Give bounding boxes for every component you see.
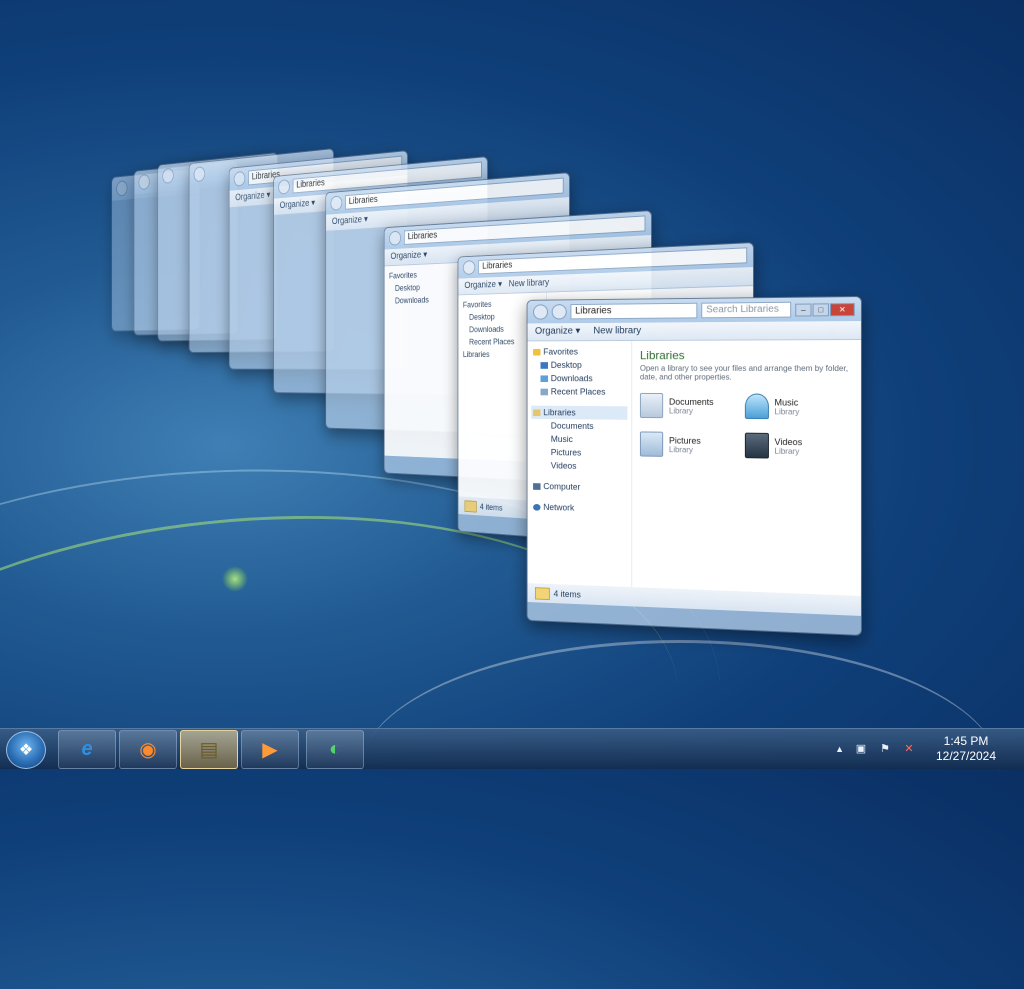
library-tile-music[interactable]: Music Library [744,393,852,420]
computer-icon [533,483,541,490]
media-player-icon: ▶ [262,739,278,761]
back-icon[interactable] [162,167,174,184]
nav-item-videos[interactable]: Videos [531,459,627,474]
clock[interactable]: 1:45 PM 12/27/2024 [926,734,1006,764]
internet-explorer-icon: e [81,738,93,760]
content-title: Libraries [639,348,685,363]
tile-name: Videos [774,436,803,447]
tile-type: Library [774,406,800,416]
tile-type: Library [668,406,693,416]
pictures-icon [541,449,548,456]
organize-button[interactable]: Organize ▾ [535,326,580,337]
windows-logo-icon: ❖ [18,742,34,759]
music-icon [541,436,548,443]
minimize-button[interactable]: – [795,303,812,317]
back-icon[interactable] [462,260,476,275]
back-icon[interactable] [193,166,206,183]
taskbar: ❖ e ◉ ▤ ▶ ◐ ▲ ▣ ⚑ ✕ 1:45 PM 12/27/2024 [0,728,1024,769]
library-tile-pictures[interactable]: Pictures Library [639,431,744,458]
recent-places-icon [540,388,548,396]
documents-icon [541,423,548,430]
pictures-library-icon [639,431,664,457]
flip3d-window-stack: Libraries Organize ▾ Libraries Organize … [0,0,1024,730]
tile-name: Documents [668,396,714,407]
clock-date: 12/27/2024 [935,749,997,763]
nav-item-documents[interactable]: Documents [531,419,627,433]
folder-icon: ▤ [199,739,219,761]
downloads-icon [540,375,548,383]
tile-type: Library [774,446,800,456]
maximize-button[interactable]: □ [812,302,829,316]
nav-item-computer[interactable]: Computer [531,479,627,494]
back-icon[interactable] [233,170,246,187]
window-body: Favorites Desktop Downloads Recent Place… [527,340,861,596]
window-controls: – □ ✕ [795,302,855,317]
tile-name: Music [774,397,799,408]
taskbar-green-app[interactable]: ◐ [306,730,364,769]
new-library-button[interactable]: New library [509,278,549,289]
action-center-flag-icon[interactable]: ⚑ [878,742,892,756]
forward-icon[interactable] [551,304,567,320]
library-tile-videos[interactable]: Videos Library [744,432,852,460]
back-icon[interactable] [116,180,128,197]
taskbar-internet-explorer[interactable]: e [58,730,116,769]
libraries-header[interactable]: Libraries [531,405,628,420]
nav-item-downloads[interactable]: Downloads [531,372,627,386]
explorer-window-front[interactable]: Libraries Search Libraries – □ ✕ Organiz… [526,296,862,636]
favorites-header[interactable]: Favorites [531,345,627,359]
firefox-icon: ◉ [139,739,157,761]
library-tiles: Documents Library Music Library Pictures Li… [639,392,853,460]
content-area: Libraries Open a library to see your fil… [632,340,861,596]
network-icon [533,503,541,511]
back-icon[interactable] [533,304,548,320]
system-tray: ▲ ▣ ⚑ ✕ 1:45 PM 12/27/2024 [835,729,1024,769]
start-button[interactable]: ❖ [6,731,46,769]
desktop-icon [540,362,548,369]
address-bar[interactable]: Libraries [570,302,698,320]
documents-library-icon [639,392,664,419]
search-box[interactable]: Search Libraries [701,301,792,319]
clock-time: 1:45 PM [943,734,989,748]
nav-item-network[interactable]: Network [531,500,627,516]
nav-item-music[interactable]: Music [531,432,627,447]
library-tile-documents[interactable]: Documents Library [639,392,744,419]
music-library-icon [744,393,769,420]
organize-button[interactable]: Organize ▾ [464,280,502,291]
back-icon[interactable] [389,230,401,246]
navigation-pane: Favorites Desktop Downloads Recent Place… [527,340,633,588]
taskbar-windows-explorer[interactable]: ▤ [180,730,238,769]
taskbar-firefox[interactable]: ◉ [119,730,177,769]
show-hidden-icons-button[interactable]: ▲ [835,744,844,754]
nav-item-recent-places[interactable]: Recent Places [531,385,627,399]
title-bar: Libraries Search Libraries – □ ✕ [527,297,861,324]
content-subtitle: Open a library to see your files and arr… [639,364,849,382]
network-tray-icon[interactable]: ▣ [854,742,868,756]
tile-name: Pictures [668,435,701,446]
star-icon [533,348,541,356]
videos-icon [541,462,548,469]
navigation-pane: Favorites Desktop Downloads [384,262,466,460]
volume-muted-icon[interactable]: ✕ [902,742,916,756]
green-app-icon: ◐ [328,738,342,760]
nav-item-desktop[interactable]: Desktop [531,358,627,371]
back-icon[interactable] [278,179,290,195]
back-icon[interactable] [330,195,343,211]
back-icon[interactable] [138,173,150,191]
command-bar: Organize ▾ New library [527,321,861,342]
videos-library-icon [744,432,769,459]
taskbar-media-player[interactable]: ▶ [241,730,299,769]
nav-item-downloads[interactable]: Downloads [388,292,462,307]
library-icon [533,409,541,417]
new-library-button[interactable]: New library [593,326,641,337]
close-button[interactable]: ✕ [829,302,855,316]
tile-type: Library [668,444,693,454]
